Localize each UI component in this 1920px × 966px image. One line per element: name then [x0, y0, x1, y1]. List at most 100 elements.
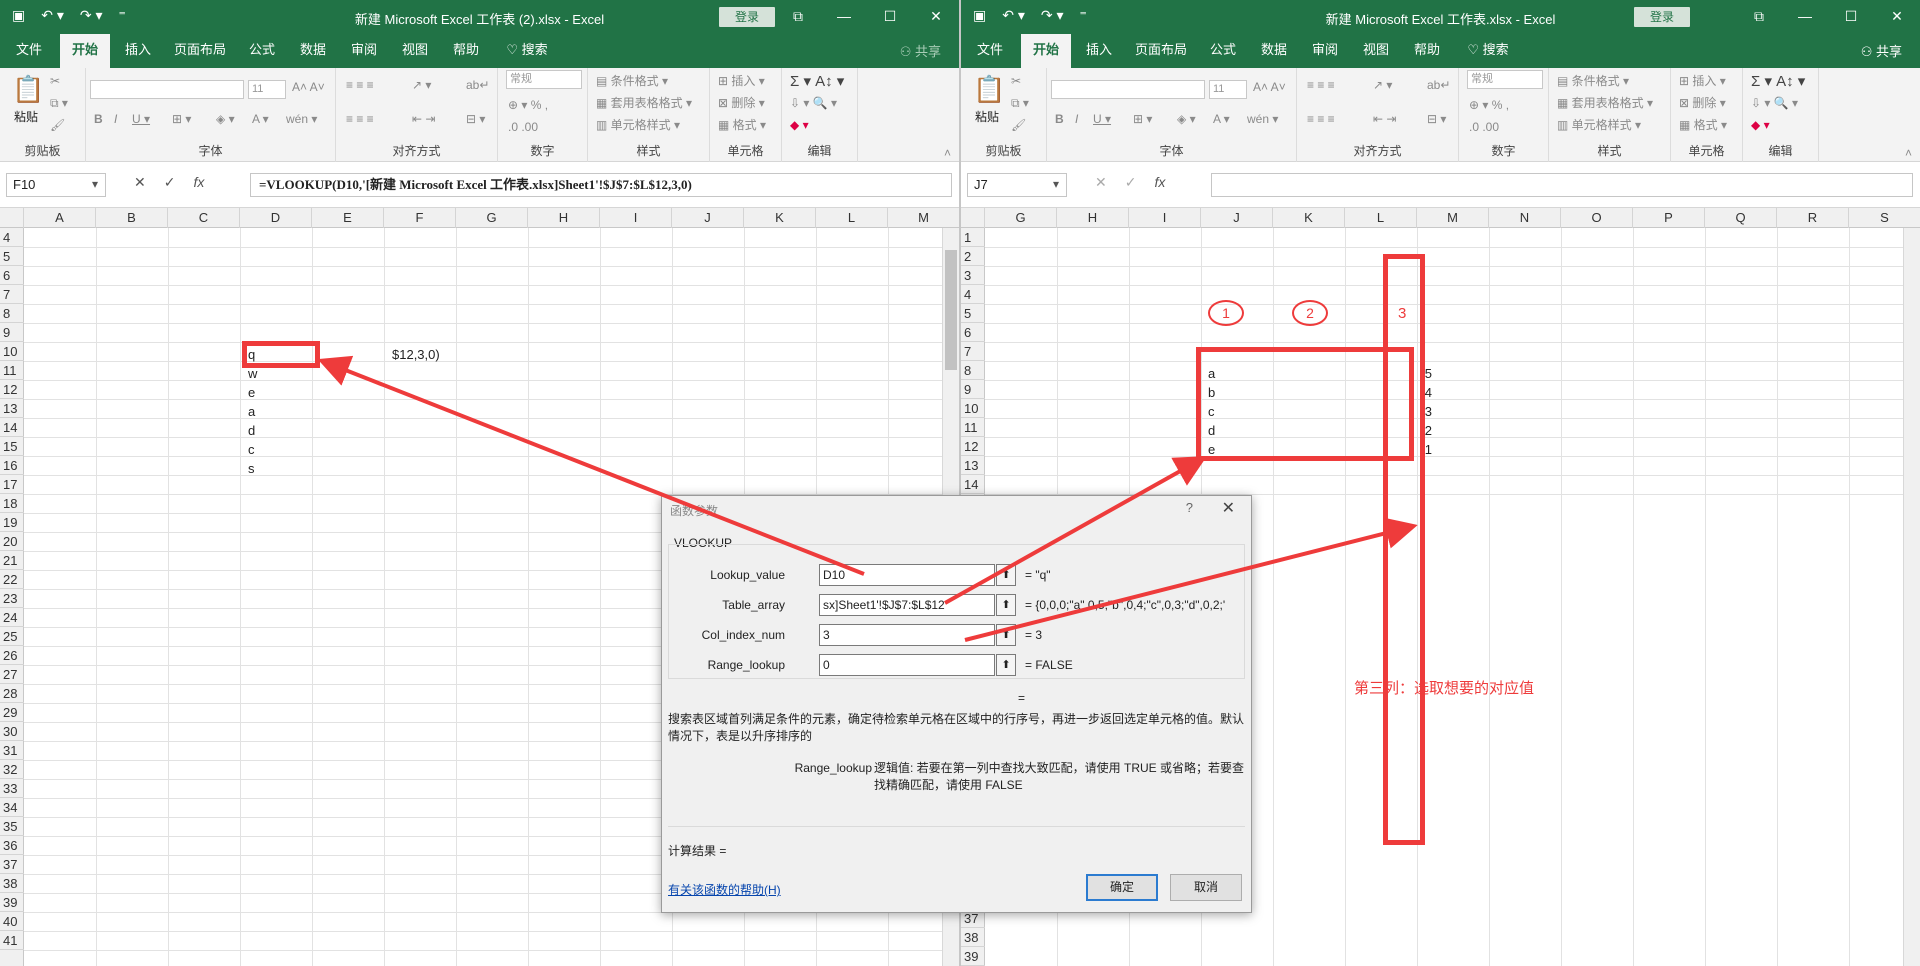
close-icon[interactable]: ✕ — [1222, 498, 1235, 518]
tab-insert[interactable]: 插入 — [1079, 34, 1119, 68]
minimize-icon[interactable]: — — [821, 0, 867, 34]
italic-icon[interactable]: I — [114, 112, 117, 126]
tab-view[interactable]: 视图 — [395, 34, 435, 68]
row-header-13[interactable]: 13 — [0, 399, 24, 418]
collapse-ribbon-icon[interactable]: ˄ — [944, 146, 951, 160]
column-header-g[interactable]: G — [456, 208, 528, 228]
row-header-35[interactable]: 35 — [0, 817, 24, 836]
row-header-1[interactable]: 1 — [961, 228, 985, 247]
row-header-14[interactable]: 14 — [0, 418, 24, 437]
column-header-o[interactable]: O — [1561, 208, 1633, 228]
name-box[interactable]: F10 — [6, 173, 106, 197]
row-header-4[interactable]: 4 — [0, 228, 24, 247]
column-header-d[interactable]: D — [240, 208, 312, 228]
column-header-k[interactable]: K — [744, 208, 816, 228]
row-header-26[interactable]: 26 — [0, 646, 24, 665]
column-header-m[interactable]: M — [1417, 208, 1489, 228]
number-format-select[interactable]: 常规 — [506, 70, 582, 89]
row-header-20[interactable]: 20 — [0, 532, 24, 551]
autosum-icon[interactable]: Σ ▾ A↕ ▾ — [1751, 72, 1805, 90]
row-header-14[interactable]: 14 — [961, 475, 985, 494]
font-color-icon[interactable]: A ▾ — [252, 112, 269, 126]
align-left-icon[interactable]: ≡ ≡ ≡ — [346, 112, 374, 126]
wrap-text-icon[interactable]: ab↵ — [466, 78, 489, 92]
row-header-10[interactable]: 10 — [961, 399, 985, 418]
phonetic-icon[interactable]: wén ▾ — [286, 112, 317, 126]
delete-button[interactable]: ⊠ 删除 ▾ — [1679, 94, 1726, 111]
currency-icon[interactable]: ⊕ ▾ % , — [508, 98, 548, 112]
align-top-icon[interactable]: ≡ ≡ ≡ — [1307, 78, 1335, 92]
row-header-15[interactable]: 15 — [0, 437, 24, 456]
help-link[interactable]: 有关该函数的帮助(H) — [668, 881, 781, 898]
row-header-32[interactable]: 32 — [0, 760, 24, 779]
bold-icon[interactable]: B — [1055, 112, 1064, 126]
row-header-38[interactable]: 38 — [961, 928, 985, 947]
row-header-21[interactable]: 21 — [0, 551, 24, 570]
phonetic-icon[interactable]: wén ▾ — [1247, 112, 1278, 126]
col-index-input[interactable]: 3 — [819, 624, 995, 646]
table-array-input[interactable]: sx]Sheet1'!$J$7:$L$12 — [819, 594, 995, 616]
bold-icon[interactable]: B — [94, 112, 103, 126]
cell-d16[interactable]: s — [248, 459, 255, 478]
row-header-36[interactable]: 36 — [0, 836, 24, 855]
column-header-a[interactable]: A — [24, 208, 96, 228]
row-header-40[interactable]: 40 — [0, 912, 24, 931]
row-header-19[interactable]: 19 — [0, 513, 24, 532]
column-header-j[interactable]: J — [1201, 208, 1273, 228]
row-header-24[interactable]: 24 — [0, 608, 24, 627]
grow-font-icon[interactable]: A˄ A˅ — [1253, 80, 1286, 94]
collapse-dialog-icon[interactable]: ⬆ — [996, 564, 1016, 586]
row-header-28[interactable]: 28 — [0, 684, 24, 703]
conditional-format-button[interactable]: ▤ 条件格式 ▾ — [1557, 72, 1629, 89]
row-header-7[interactable]: 7 — [961, 342, 985, 361]
cell-style-button[interactable]: ▥ 单元格样式 ▾ — [596, 116, 680, 133]
row-header-11[interactable]: 11 — [961, 418, 985, 437]
help-icon[interactable]: ? — [1186, 500, 1193, 515]
maximize-icon[interactable]: ☐ — [867, 0, 913, 34]
column-header-m[interactable]: M — [888, 208, 959, 228]
border-icon[interactable]: ⊞ ▾ — [172, 112, 191, 126]
tab-page-layout[interactable]: 页面布局 — [168, 34, 232, 68]
underline-icon[interactable]: U ▾ — [132, 112, 150, 126]
font-color-icon[interactable]: A ▾ — [1213, 112, 1230, 126]
currency-icon[interactable]: ⊕ ▾ % , — [1469, 98, 1509, 112]
align-top-icon[interactable]: ≡ ≡ ≡ — [346, 78, 374, 92]
name-box-dropdown-icon[interactable]: ▾ — [92, 177, 98, 191]
row-header-29[interactable]: 29 — [0, 703, 24, 722]
row-header-12[interactable]: 12 — [0, 380, 24, 399]
column-header-g[interactable]: G — [985, 208, 1057, 228]
orientation-icon[interactable]: ↗ ▾ — [412, 78, 431, 92]
row-header-5[interactable]: 5 — [0, 247, 24, 266]
lookup-value-input[interactable]: D10 — [819, 564, 995, 586]
fill-icon[interactable]: ⇩ ▾ 🔍 ▾ — [1751, 96, 1798, 110]
grow-font-icon[interactable]: A˄ A˅ — [292, 80, 325, 94]
tab-formulas[interactable]: 公式 — [242, 34, 282, 68]
select-all-corner[interactable] — [0, 208, 24, 228]
row-header-38[interactable]: 38 — [0, 874, 24, 893]
tab-data[interactable]: 数据 — [1254, 34, 1294, 68]
font-name-input[interactable] — [1051, 80, 1205, 99]
number-format-select[interactable]: 常规 — [1467, 70, 1543, 89]
column-header-e[interactable]: E — [312, 208, 384, 228]
indent-icon[interactable]: ⇤ ⇥ — [1373, 112, 1396, 126]
cell-d13[interactable]: a — [248, 402, 255, 421]
merge-icon[interactable]: ⊟ ▾ — [466, 112, 485, 126]
row-header-33[interactable]: 33 — [0, 779, 24, 798]
fill-color-icon[interactable]: ◈ ▾ — [216, 112, 235, 126]
cancel-button[interactable]: 取消 — [1170, 874, 1242, 901]
row-header-18[interactable]: 18 — [0, 494, 24, 513]
share-button[interactable]: ⚇ 共享 — [1861, 41, 1902, 60]
column-header-f[interactable]: F — [384, 208, 456, 228]
cell-style-button[interactable]: ▥ 单元格样式 ▾ — [1557, 116, 1641, 133]
tab-search[interactable]: ♡ 搜索 — [1463, 34, 1513, 68]
row-header-6[interactable]: 6 — [961, 323, 985, 342]
ribbon-display-icon[interactable]: ⧉ — [1736, 0, 1782, 34]
italic-icon[interactable]: I — [1075, 112, 1078, 126]
ribbon-display-icon[interactable]: ⧉ — [775, 0, 821, 34]
minimize-icon[interactable]: — — [1782, 0, 1828, 34]
column-header-l[interactable]: L — [816, 208, 888, 228]
row-header-37[interactable]: 37 — [0, 855, 24, 874]
underline-icon[interactable]: U ▾ — [1093, 112, 1111, 126]
ok-button[interactable]: 确定 — [1086, 874, 1158, 901]
tab-insert[interactable]: 插入 — [118, 34, 158, 68]
